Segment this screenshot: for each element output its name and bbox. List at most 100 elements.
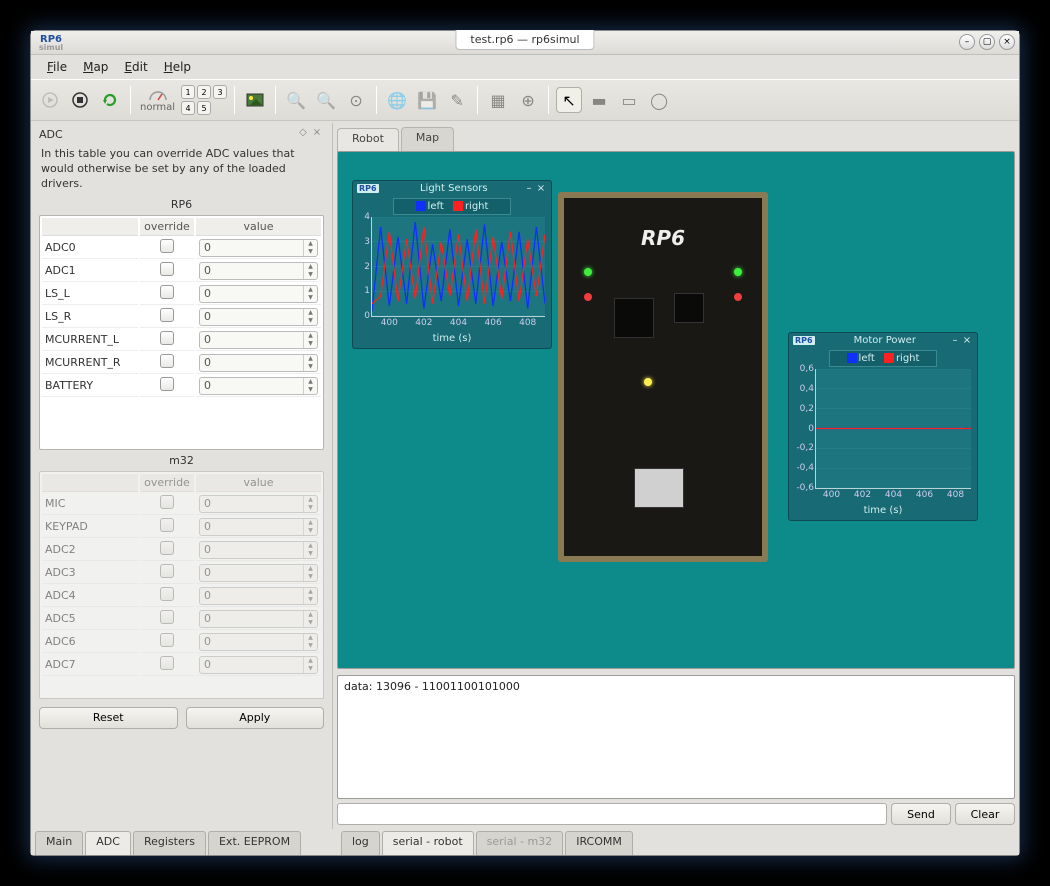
rect-tool[interactable]: ▬ xyxy=(586,87,612,113)
close-button[interactable]: × xyxy=(999,34,1015,50)
log-input[interactable] xyxy=(337,803,887,825)
erase-button[interactable]: ✎ xyxy=(444,87,470,113)
bottom-tab[interactable]: IRCOMM xyxy=(565,831,633,855)
panel-logo-icon: RP6 xyxy=(357,184,379,193)
speed-label: normal xyxy=(138,102,177,113)
motor-power-legend: left right xyxy=(829,350,937,367)
menu-edit[interactable]: Edit xyxy=(116,58,155,76)
apply-button[interactable]: Apply xyxy=(186,707,325,729)
legend-left: left xyxy=(859,353,875,364)
circle-tool[interactable]: ◯ xyxy=(646,87,672,113)
minimize-button[interactable]: – xyxy=(959,34,975,50)
panel-close-button[interactable]: × xyxy=(535,183,547,194)
override-checkbox[interactable] xyxy=(160,354,174,368)
num-3[interactable]: 3 xyxy=(213,85,227,99)
speed-dropdown[interactable]: normal xyxy=(138,88,177,113)
bottom-tab[interactable]: log xyxy=(341,831,380,855)
log-output[interactable]: data: 13096 - 11001100101000 xyxy=(337,675,1015,799)
bottom-tab[interactable]: Registers xyxy=(133,831,206,855)
motor-power-chart: -0,6-0,4-0,200,20,40,6400402404406408 xyxy=(815,369,971,489)
robot-canvas[interactable]: RP6 Light Sensors – × left right 0123440… xyxy=(337,151,1015,669)
stop-button[interactable] xyxy=(67,87,93,113)
clear-button[interactable]: Clear xyxy=(955,803,1015,825)
col-override: override xyxy=(140,218,194,236)
menu-help[interactable]: Help xyxy=(156,58,199,76)
value-spinner[interactable]: 0▲▼ xyxy=(199,354,318,372)
play-button[interactable] xyxy=(37,87,63,113)
number-pad: 1 2 3 4 5 xyxy=(181,85,227,115)
table-row: MCURRENT_L0▲▼ xyxy=(42,330,321,351)
panel-minimize-button[interactable]: – xyxy=(523,183,535,194)
adc-row-name: ADC0 xyxy=(42,238,138,259)
reset-button[interactable]: Reset xyxy=(39,707,178,729)
led-tool[interactable]: ▭ xyxy=(616,87,642,113)
value-spinner[interactable]: 0▲▼ xyxy=(199,377,318,395)
override-checkbox[interactable] xyxy=(160,262,174,276)
light-sensors-panel[interactable]: RP6 Light Sensors – × left right 0123440… xyxy=(352,180,552,349)
override-checkbox xyxy=(160,518,174,532)
light-sensors-title: Light Sensors xyxy=(385,183,523,194)
tab-robot[interactable]: Robot xyxy=(337,128,399,152)
value-spinner[interactable]: 0▲▼ xyxy=(199,308,318,326)
panel-close-button[interactable]: × xyxy=(961,335,973,346)
adc-row-name: ADC7 xyxy=(42,655,138,676)
num-1[interactable]: 1 xyxy=(181,85,195,99)
menu-file[interactable]: File xyxy=(39,58,75,76)
table-row: LS_L0▲▼ xyxy=(42,284,321,305)
snap-button[interactable]: ⊕ xyxy=(515,87,541,113)
override-checkbox[interactable] xyxy=(160,377,174,391)
override-checkbox[interactable] xyxy=(160,331,174,345)
value-spinner[interactable]: 0▲▼ xyxy=(199,239,318,257)
titlebar: RP6 simul test.rp6 — rp6simul – ▢ × xyxy=(31,31,1019,55)
send-button[interactable]: Send xyxy=(891,803,951,825)
zoom-in-button[interactable]: 🔍 xyxy=(283,87,309,113)
value-spinner[interactable]: 0▲▼ xyxy=(199,285,318,303)
override-checkbox[interactable] xyxy=(160,285,174,299)
main-area: Robot Map RP6 xyxy=(333,123,1019,829)
value-spinner[interactable]: 0▲▼ xyxy=(199,262,318,280)
pointer-tool[interactable]: ↖ xyxy=(556,87,582,113)
value-spinner[interactable]: 0▲▼ xyxy=(199,331,318,349)
override-checkbox[interactable] xyxy=(160,239,174,253)
override-checkbox xyxy=(160,541,174,555)
zoom-out-button[interactable]: 🔍 xyxy=(313,87,339,113)
value-spinner: 0▲▼ xyxy=(199,610,318,628)
dock-close-button[interactable]: × xyxy=(310,127,324,141)
menubar: File Map Edit Help xyxy=(31,55,1019,79)
zoom-fit-button[interactable]: ⊙ xyxy=(343,87,369,113)
bottom-tab[interactable]: serial - robot xyxy=(382,831,474,855)
adc-row-name: ADC1 xyxy=(42,261,138,282)
override-checkbox[interactable] xyxy=(160,308,174,322)
dock-float-button[interactable]: ◇ xyxy=(296,127,310,141)
value-spinner: 0▲▼ xyxy=(199,495,318,513)
adc-row-name: MIC xyxy=(42,494,138,515)
num-2[interactable]: 2 xyxy=(197,85,211,99)
image-tool[interactable] xyxy=(242,87,268,113)
num-5[interactable]: 5 xyxy=(197,101,211,115)
override-checkbox xyxy=(160,587,174,601)
value-spinner: 0▲▼ xyxy=(199,633,318,651)
light-sensors-chart: 01234400402404406408 xyxy=(371,217,545,317)
override-checkbox xyxy=(160,656,174,670)
panel-minimize-button[interactable]: – xyxy=(949,335,961,346)
robot-board[interactable] xyxy=(558,192,768,562)
bottom-tab[interactable]: ADC xyxy=(85,831,131,855)
globe-button[interactable]: 🌐 xyxy=(384,87,410,113)
maximize-button[interactable]: ▢ xyxy=(979,34,995,50)
tab-map[interactable]: Map xyxy=(401,127,454,151)
table-row: ADC20▲▼ xyxy=(42,540,321,561)
menu-map[interactable]: Map xyxy=(75,58,116,76)
bottom-tab[interactable]: Ext. EEPROM xyxy=(208,831,301,855)
bottom-tab[interactable]: Main xyxy=(35,831,83,855)
app-window: RP6 simul test.rp6 — rp6simul – ▢ × File… xyxy=(30,30,1020,856)
save-button[interactable]: 💾 xyxy=(414,87,440,113)
reload-button[interactable] xyxy=(97,87,123,113)
table-row: ADC40▲▼ xyxy=(42,586,321,607)
motor-power-panel[interactable]: RP6 Motor Power – × left right -0,6-0,4-… xyxy=(788,332,978,521)
rp6-table: override value ADC00▲▼ADC10▲▼LS_L0▲▼LS_R… xyxy=(39,215,324,450)
grid-button[interactable]: ▦ xyxy=(485,87,511,113)
bottom-tab: serial - m32 xyxy=(476,831,564,855)
num-4[interactable]: 4 xyxy=(181,101,195,115)
m32-table: override value MIC0▲▼KEYPAD0▲▼ADC20▲▼ADC… xyxy=(39,471,324,699)
panel-logo-icon: RP6 xyxy=(793,336,815,345)
